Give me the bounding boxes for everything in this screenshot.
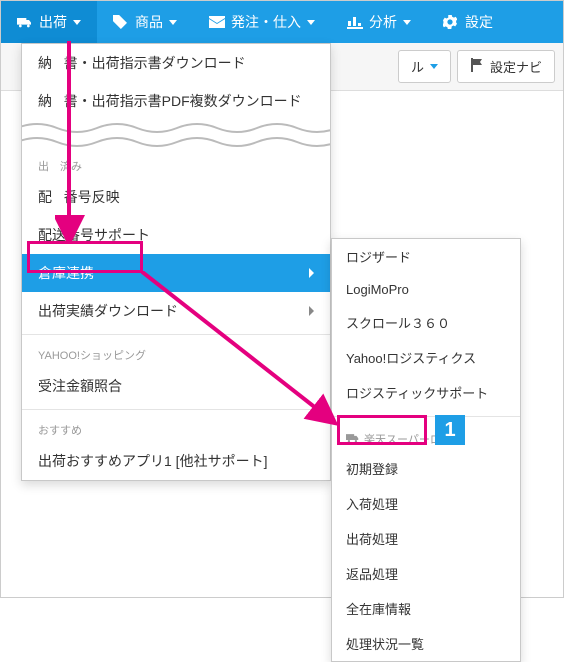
sub-header-rakuten: 楽天スーパーロジ — [332, 423, 520, 451]
dd-header-yahoo: YAHOO!ショッピング — [22, 339, 330, 367]
caret-down-icon — [403, 20, 411, 25]
caret-down-icon — [307, 20, 315, 25]
dd-receivable-check[interactable]: 受注金額照合 — [22, 367, 330, 405]
sub-rakuten-item-2[interactable]: 出荷処理 — [332, 521, 520, 556]
sub-rakuten-item-5[interactable]: 処理状況一覧 — [332, 626, 520, 661]
dd-recommend-app[interactable]: 出荷おすすめアプリ1 [他社サポート] — [22, 442, 330, 480]
dd-header-recommend: おすすめ — [22, 414, 330, 442]
nav-analytics[interactable]: 分析 — [331, 1, 427, 43]
toolbar-btn-settings-nav[interactable]: 設定ナビ — [457, 50, 555, 83]
sub-item-3[interactable]: Yahoo!ロジスティクス — [332, 340, 520, 375]
toolbar-btn-ru[interactable]: ル — [398, 50, 451, 83]
chevron-right-icon — [309, 268, 314, 278]
caret-down-icon — [430, 64, 438, 69]
sub-rakuten-item-0[interactable]: 初期登録 — [332, 451, 520, 486]
nav-products-label: 商品 — [135, 12, 163, 32]
sub-item-2[interactable]: スクロール３６０ — [332, 305, 520, 340]
nav-shipping-label: 出荷 — [39, 12, 67, 32]
sub-item-1[interactable]: LogiMoPro — [332, 274, 520, 305]
truck-icon — [346, 433, 360, 445]
collapsed-wave-icon — [22, 120, 330, 150]
divider — [22, 334, 330, 335]
envelope-icon — [209, 15, 225, 29]
flag-icon — [470, 58, 484, 75]
truck-icon — [17, 15, 33, 29]
dd-tracking-reflect[interactable]: 配 番号反映 — [22, 178, 330, 216]
nav-shipping[interactable]: 出荷 — [1, 1, 97, 43]
nav-settings-label: 設定 — [465, 12, 493, 32]
nav-orders-label: 発注・仕入 — [231, 12, 301, 32]
chart-icon — [347, 15, 363, 29]
warehouse-submenu: ロジザードLogiMoProスクロール３６０Yahoo!ロジスティクスロジスティ… — [331, 238, 521, 662]
dd-warehouse-link[interactable]: 倉庫連携 — [22, 254, 330, 292]
tag-icon — [113, 15, 129, 29]
sub-item-0[interactable]: ロジザード — [332, 239, 520, 274]
sub-rakuten-item-4[interactable]: 全在庫情報 — [332, 591, 520, 626]
sub-rakuten-item-1[interactable]: 入荷処理 — [332, 486, 520, 521]
dd-delivery-instruction-dl[interactable]: 納 書・出荷指示書ダウンロード — [22, 44, 330, 82]
caret-down-icon — [169, 20, 177, 25]
nav-orders[interactable]: 発注・仕入 — [193, 1, 331, 43]
caret-down-icon — [73, 20, 81, 25]
nav-analytics-label: 分析 — [369, 12, 397, 32]
sub-rakuten-item-3[interactable]: 返品処理 — [332, 556, 520, 591]
divider — [332, 416, 520, 417]
dd-shipping-result-dl[interactable]: 出荷実績ダウンロード — [22, 292, 330, 330]
dd-tracking-support[interactable]: 配送番号サポート — [22, 216, 330, 254]
nav-settings[interactable]: 設定 — [427, 1, 509, 43]
chevron-right-icon — [309, 306, 314, 316]
dd-header-done: 出 済み — [22, 150, 330, 178]
divider — [22, 409, 330, 410]
shipping-dropdown: 納 書・出荷指示書ダウンロード 納 書・出荷指示書PDF複数ダウンロード 出 済… — [21, 43, 331, 481]
top-nav: 出荷 商品 発注・仕入 分析 設定 — [1, 1, 563, 43]
gear-icon — [443, 15, 459, 29]
nav-products[interactable]: 商品 — [97, 1, 193, 43]
sub-item-4[interactable]: ロジスティックサポート — [332, 375, 520, 410]
dd-delivery-instruction-pdf-dl[interactable]: 納 書・出荷指示書PDF複数ダウンロード — [22, 82, 330, 120]
